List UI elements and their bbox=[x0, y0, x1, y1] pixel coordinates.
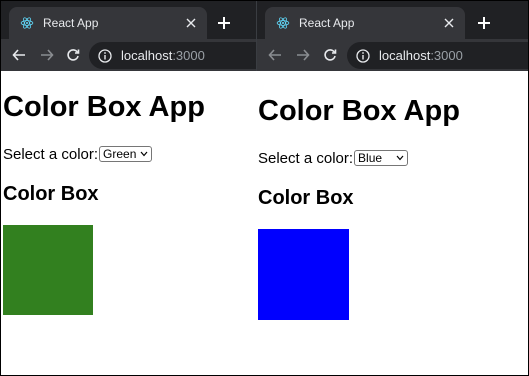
color-box bbox=[258, 229, 349, 320]
box-heading: Color Box bbox=[258, 187, 354, 209]
new-tab-plus-icon[interactable] bbox=[214, 13, 234, 33]
tab-react-app[interactable]: React App bbox=[9, 7, 207, 39]
color-select-row: Select a color: Blue bbox=[258, 149, 409, 167]
new-tab-plus-icon[interactable] bbox=[474, 13, 494, 33]
select-label: Select a color: bbox=[258, 149, 354, 167]
browser-window-right: React App localhost:3000 Color Box App … bbox=[257, 1, 528, 375]
url-host: localhost bbox=[121, 48, 173, 63]
browser-toolbar: localhost:3000 bbox=[1, 39, 256, 71]
forward-arrow-icon[interactable] bbox=[293, 45, 313, 65]
color-select[interactable]: Green bbox=[99, 146, 153, 162]
back-arrow-icon[interactable] bbox=[265, 45, 285, 65]
info-icon[interactable] bbox=[97, 48, 113, 64]
tab-strip: React App bbox=[257, 1, 528, 39]
color-select[interactable]: Blue bbox=[354, 150, 409, 166]
tab-title: React App bbox=[43, 16, 99, 30]
selected-color: Green bbox=[103, 147, 137, 161]
tab-close-icon[interactable] bbox=[441, 15, 457, 31]
forward-arrow-icon[interactable] bbox=[37, 45, 57, 65]
url-port: :3000 bbox=[430, 48, 463, 63]
select-label: Select a color: bbox=[3, 145, 99, 163]
tab-strip: React App bbox=[1, 1, 256, 39]
selected-color: Blue bbox=[358, 151, 383, 165]
reload-icon[interactable] bbox=[320, 45, 340, 65]
page-heading: Color Box App bbox=[3, 91, 205, 123]
box-heading: Color Box bbox=[3, 183, 99, 205]
address-bar[interactable]: localhost:3000 bbox=[347, 42, 528, 69]
page-heading: Color Box App bbox=[258, 95, 460, 127]
back-arrow-icon[interactable] bbox=[9, 45, 29, 65]
address-bar[interactable]: localhost:3000 bbox=[89, 42, 256, 69]
chevron-down-icon bbox=[396, 155, 404, 161]
reload-icon[interactable] bbox=[63, 45, 83, 65]
tab-close-icon[interactable] bbox=[183, 15, 199, 31]
screenshot-frame: React App localhost:3000 Color Box App … bbox=[0, 0, 529, 376]
url-port: :3000 bbox=[172, 48, 205, 63]
color-select-row: Select a color: Green bbox=[3, 145, 153, 163]
tab-react-app[interactable]: React App bbox=[265, 7, 465, 39]
browser-window-left: React App localhost:3000 Color Box App … bbox=[1, 1, 256, 375]
url-host: localhost bbox=[379, 48, 431, 63]
browser-toolbar: localhost:3000 bbox=[257, 39, 528, 71]
react-logo-icon bbox=[275, 15, 291, 31]
react-logo-icon bbox=[19, 15, 35, 31]
info-icon[interactable] bbox=[355, 48, 371, 64]
color-box bbox=[3, 225, 93, 315]
tab-title: React App bbox=[299, 16, 355, 30]
chevron-down-icon bbox=[140, 151, 148, 157]
